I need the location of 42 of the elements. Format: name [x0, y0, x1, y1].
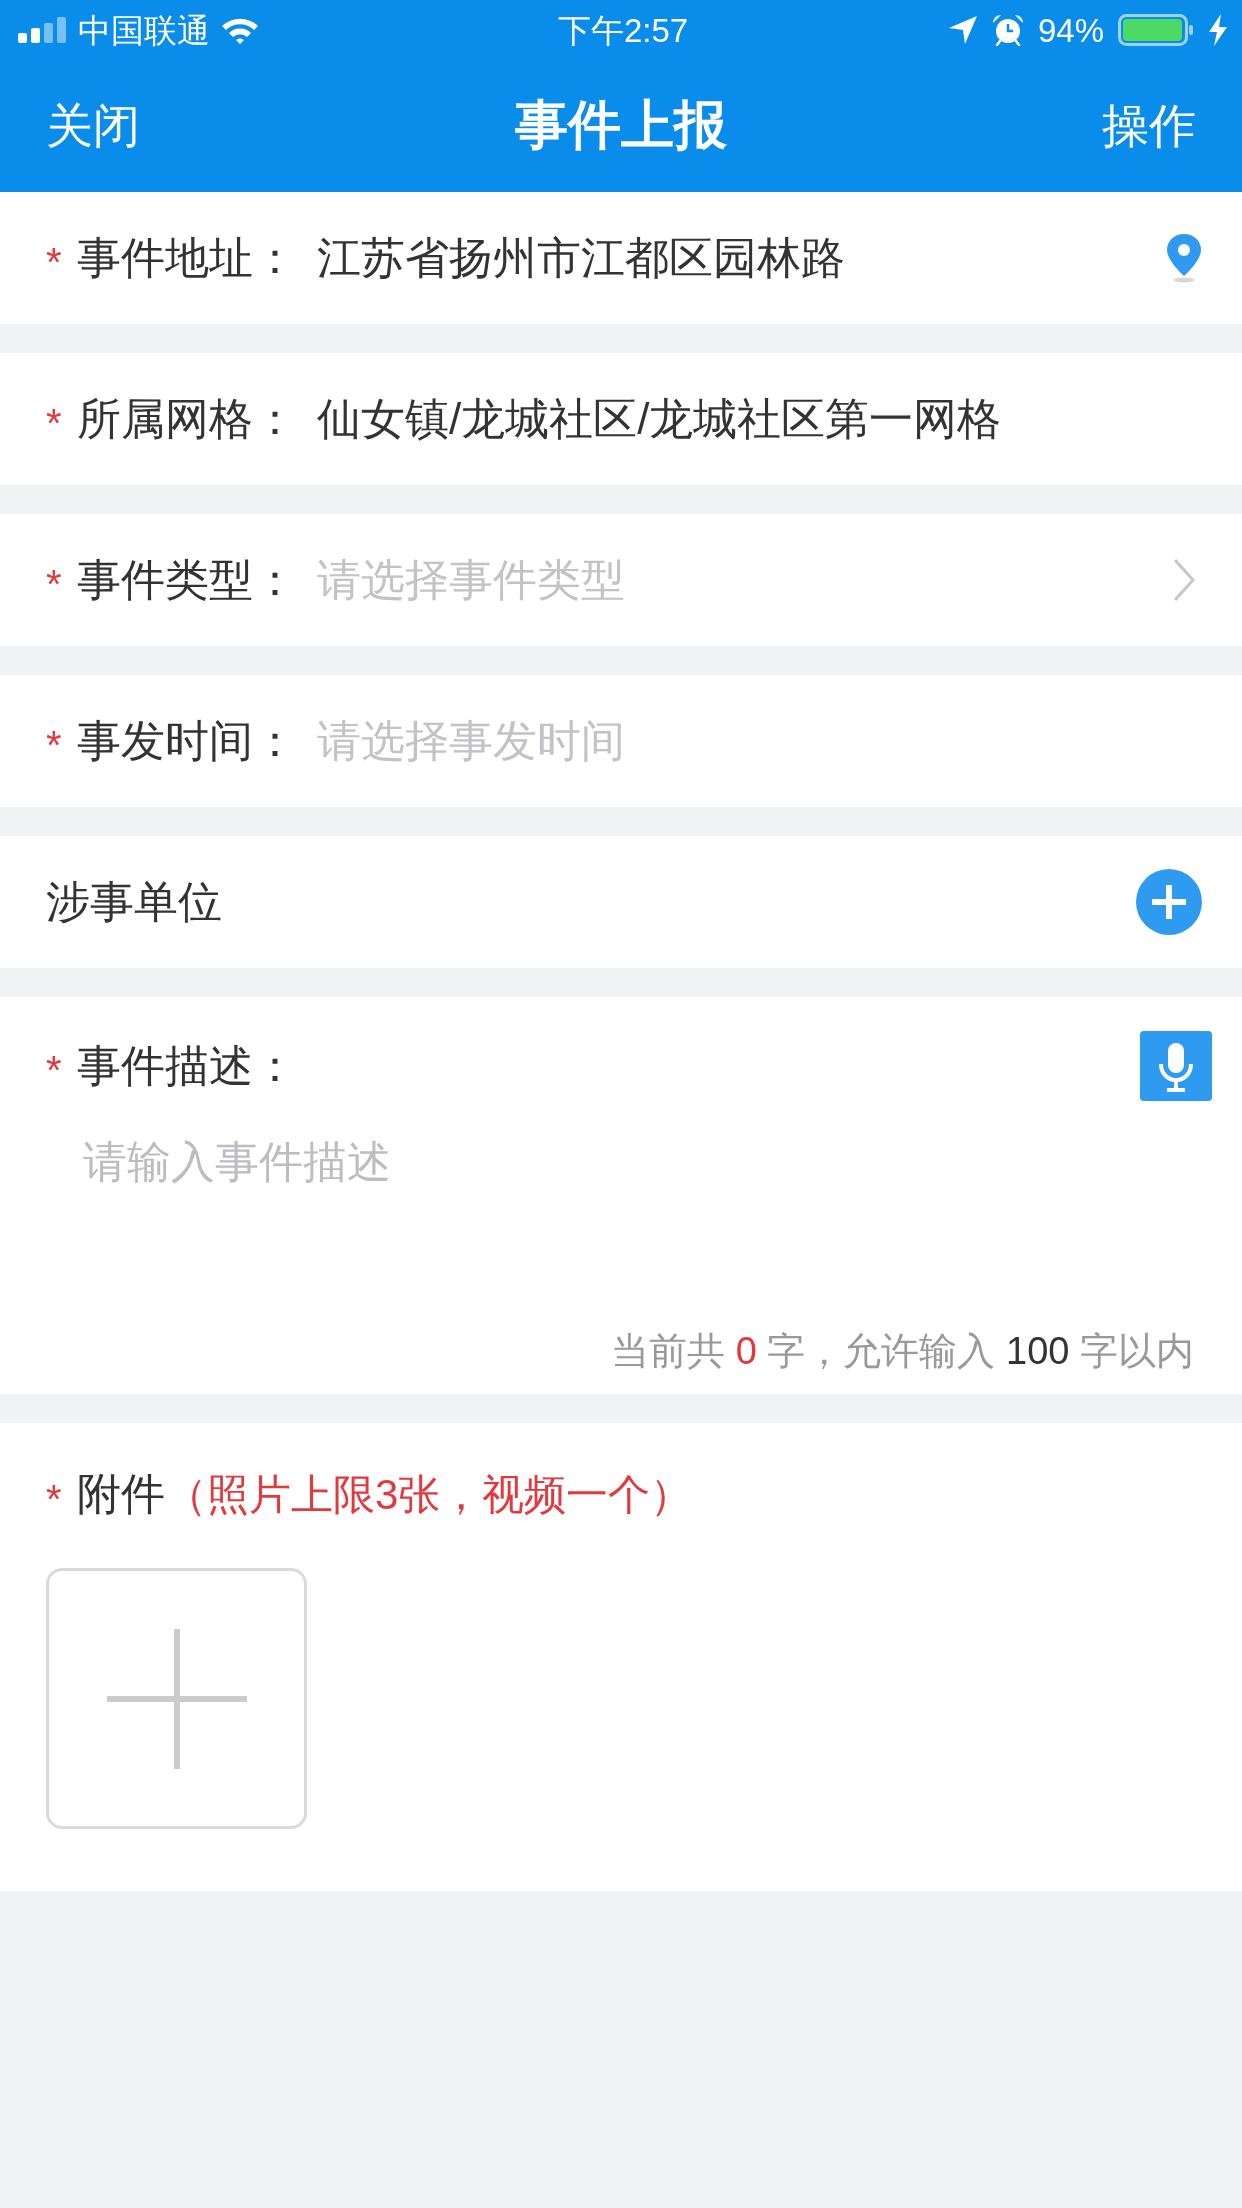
add-circle-icon — [1136, 869, 1202, 935]
required-mark: * — [46, 561, 63, 604]
description-field[interactable]: 请输入事件描述 — [83, 1137, 1222, 1320]
microphone-icon — [1140, 1031, 1212, 1101]
battery-icon — [1118, 14, 1194, 46]
plus-icon — [106, 1628, 247, 1769]
page-title: 事件上报 — [515, 94, 727, 156]
involved-unit-label: 涉事单位 — [46, 875, 222, 928]
event-type-label: 事件类型： — [77, 553, 298, 606]
actions-button[interactable]: 操作 — [1102, 94, 1196, 158]
event-time-row[interactable]: * 事发时间： 请选择事发时间 — [0, 675, 1242, 807]
close-button[interactable]: 关闭 — [46, 94, 140, 158]
add-attachment-button[interactable] — [46, 1568, 307, 1829]
attachment-label: 附件 — [77, 1468, 165, 1520]
location-arrow-icon — [947, 15, 978, 45]
description-label: 事件描述： — [77, 1039, 297, 1092]
address-label: 事件地址： — [77, 231, 298, 284]
event-time-label: 事发时间： — [77, 714, 298, 767]
attachment-limit-note: （照片上限3张，视频一个） — [165, 1469, 693, 1520]
required-mark: * — [46, 1047, 63, 1090]
add-unit-button[interactable] — [1136, 869, 1202, 935]
battery-percent: 94% — [1037, 13, 1104, 47]
event-type-row[interactable]: * 事件类型： 请选择事件类型 — [0, 514, 1242, 646]
alarm-clock-icon — [991, 14, 1024, 46]
event-type-select-field[interactable]: 请选择事件类型 — [317, 550, 1172, 610]
description-panel[interactable]: * 事件描述： 请输入事件描述 当前共 0 字，允许输入 100 字以内 — [0, 997, 1242, 1394]
address-value: 江苏省扬州市江都区园林路 — [317, 231, 846, 284]
voice-input-button[interactable] — [1140, 1031, 1212, 1101]
status-time: 下午2:57 — [557, 13, 689, 47]
required-mark: * — [46, 1475, 63, 1519]
chevron-right-icon — [1172, 558, 1196, 602]
character-counter: 当前共 0 字，允许输入 100 字以内 — [611, 1329, 1195, 1374]
required-mark: * — [46, 400, 63, 443]
required-mark: * — [46, 239, 63, 282]
grid-value: 仙女镇/龙城社区/龙城社区第一网格 — [317, 392, 1003, 445]
charging-bolt-icon — [1208, 14, 1228, 46]
event-time-picker-field[interactable]: 请选择事发时间 — [317, 711, 1202, 771]
carrier-name: 中国联通 — [78, 13, 210, 47]
signal-icon — [18, 17, 68, 43]
grid-label: 所属网格： — [77, 392, 298, 445]
required-mark: * — [46, 722, 63, 765]
location-pin-icon[interactable] — [1166, 233, 1202, 283]
